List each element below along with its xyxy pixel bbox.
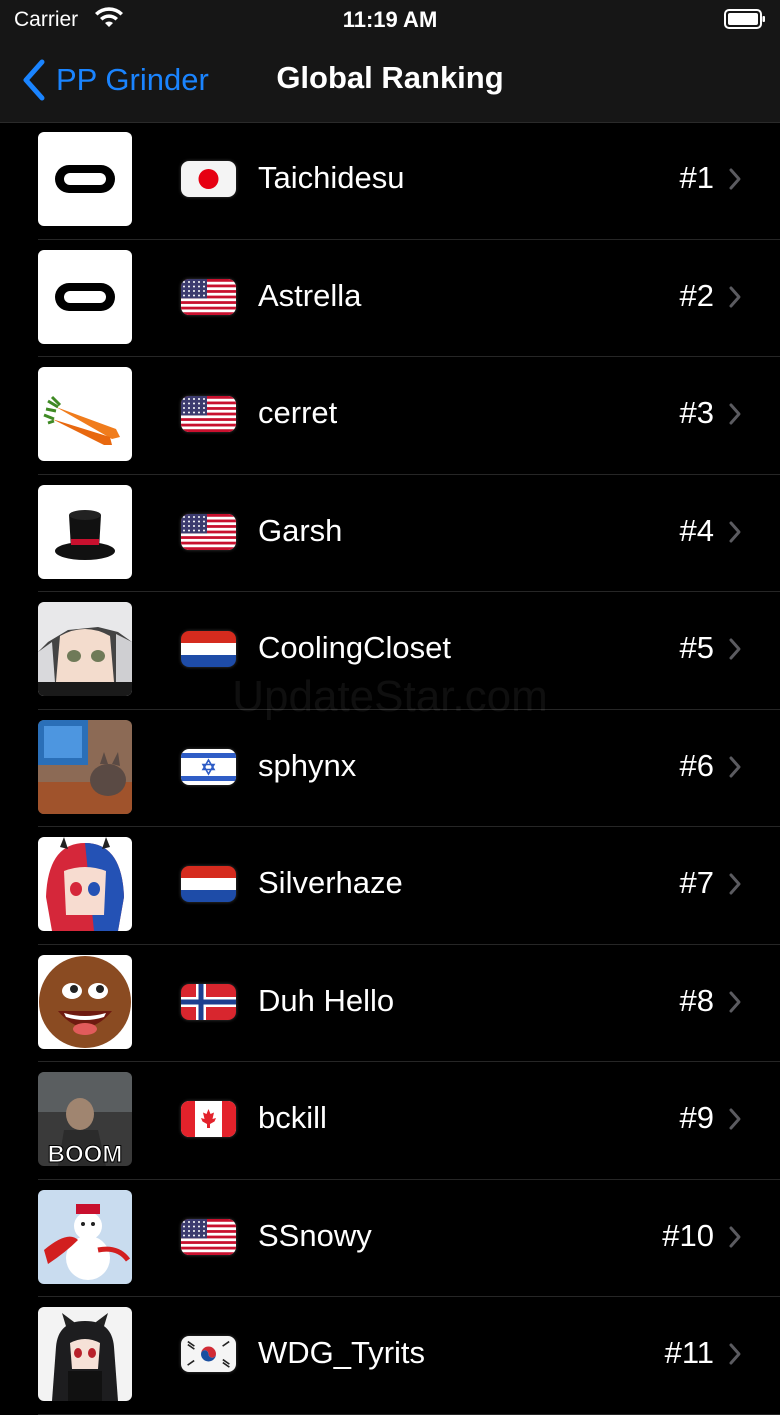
ranking-list: Taichidesu #1 Astrella #2 cerret #3 Garsh #4 Coo… <box>0 122 780 1415</box>
list-item[interactable]: WDG_Tyrits #11 <box>0 1297 780 1415</box>
united-states-flag-icon <box>181 513 236 550</box>
flag-icon <box>181 983 236 1020</box>
flag-icon <box>181 631 236 667</box>
avatar <box>38 837 132 931</box>
player-name: WDG_Tyrits <box>258 1335 426 1370</box>
list-item[interactable]: Taichidesu #1 <box>0 122 780 240</box>
norway-flag-icon <box>181 983 236 1020</box>
list-item[interactable]: sphynx #6 <box>0 710 780 828</box>
player-name: Astrella <box>258 277 362 313</box>
list-item[interactable]: cerret #3 <box>0 357 780 475</box>
chevron-right-icon <box>729 1226 741 1247</box>
avatar <box>38 249 132 344</box>
flag-icon <box>181 748 236 785</box>
list-item[interactable]: SSnowy #10 <box>0 1180 780 1298</box>
chevron-right-icon <box>729 403 741 425</box>
united-states-flag-icon <box>181 1218 236 1255</box>
player-rank: #2 <box>679 277 714 313</box>
player-rank: #3 <box>679 395 714 430</box>
chevron-right-icon <box>729 638 741 660</box>
chevron-right-icon <box>729 1108 741 1130</box>
united-states-flag-icon <box>181 278 236 315</box>
laughing-face-avatar <box>38 954 132 1049</box>
player-name: Taichidesu <box>258 160 405 195</box>
list-item[interactable]: BOOM bckill #9 <box>0 1062 780 1180</box>
player-rank: #11 <box>664 1335 714 1370</box>
netherlands-flag-icon <box>181 631 236 667</box>
avatar <box>38 719 132 814</box>
player-name: bckill <box>258 1100 327 1135</box>
chevron-right-icon <box>729 991 741 1012</box>
battery-icon <box>724 9 765 29</box>
netherlands-flag-icon <box>181 866 236 902</box>
navigation-bar: PP Grinder Global Ranking <box>0 40 780 123</box>
flag-icon <box>181 1336 236 1372</box>
player-name: SSnowy <box>258 1217 372 1253</box>
player-rank: #6 <box>679 747 714 783</box>
anime-girl-red-blue-hair-avatar <box>38 837 132 931</box>
flag-icon <box>181 396 236 432</box>
list-item[interactable]: Garsh #4 <box>0 475 780 593</box>
oculus-logo-avatar <box>38 249 132 344</box>
clock: 11:19 AM <box>342 7 438 32</box>
player-name: CoolingCloset <box>258 630 451 665</box>
top-hat-avatar <box>38 484 132 579</box>
avatar <box>38 954 132 1049</box>
status-bar: Carrier 11:19 AM <box>0 0 780 40</box>
player-name: Duh Hello <box>258 982 395 1018</box>
chevron-right-icon <box>729 756 741 777</box>
player-rank: #8 <box>679 982 714 1018</box>
player-rank: #10 <box>662 1217 714 1253</box>
avatar <box>38 367 132 461</box>
player-rank: #7 <box>679 865 714 900</box>
japan-flag-icon <box>181 161 236 197</box>
list-item[interactable]: Astrella #2 <box>0 240 780 358</box>
flag-icon <box>181 161 236 197</box>
player-rank: #4 <box>679 512 714 548</box>
list-item[interactable]: Silverhaze #7 <box>0 827 780 945</box>
player-name: sphynx <box>258 747 357 783</box>
snowman-avatar <box>38 1189 132 1284</box>
chevron-right-icon <box>729 873 741 895</box>
avatar <box>38 1189 132 1284</box>
carrots-avatar <box>38 367 132 461</box>
player-rank: #9 <box>679 1100 714 1135</box>
avatar-caption: BOOM <box>48 1141 123 1166</box>
watermark: UpdateStar.com <box>232 672 548 721</box>
player-rank: #5 <box>679 630 714 665</box>
united-states-flag-icon <box>181 396 236 432</box>
flag-icon <box>181 1218 236 1255</box>
avatar <box>38 132 132 226</box>
chevron-right-icon <box>729 168 741 190</box>
player-name: Garsh <box>258 512 343 548</box>
flag-icon <box>181 513 236 550</box>
chevron-right-icon <box>729 1343 741 1365</box>
flag-icon <box>181 278 236 315</box>
page-title: Global Ranking <box>276 60 504 95</box>
oculus-logo-avatar <box>38 132 132 226</box>
boom-photo-avatar: BOOM <box>38 1072 132 1166</box>
canada-flag-icon <box>181 1101 236 1137</box>
avatar <box>38 484 132 579</box>
flag-icon <box>181 1101 236 1137</box>
player-name: Silverhaze <box>258 865 403 900</box>
flag-icon <box>181 866 236 902</box>
israel-flag-icon <box>181 748 236 785</box>
chevron-right-icon <box>729 286 741 307</box>
list-item[interactable]: Duh Hello #8 <box>0 945 780 1063</box>
sphynx-cat-avatar <box>38 719 132 814</box>
player-rank: #1 <box>679 160 714 195</box>
south-korea-flag-icon <box>181 1336 236 1372</box>
chevron-right-icon <box>729 521 741 542</box>
avatar: BOOM <box>38 1072 132 1166</box>
player-name: cerret <box>258 395 338 430</box>
